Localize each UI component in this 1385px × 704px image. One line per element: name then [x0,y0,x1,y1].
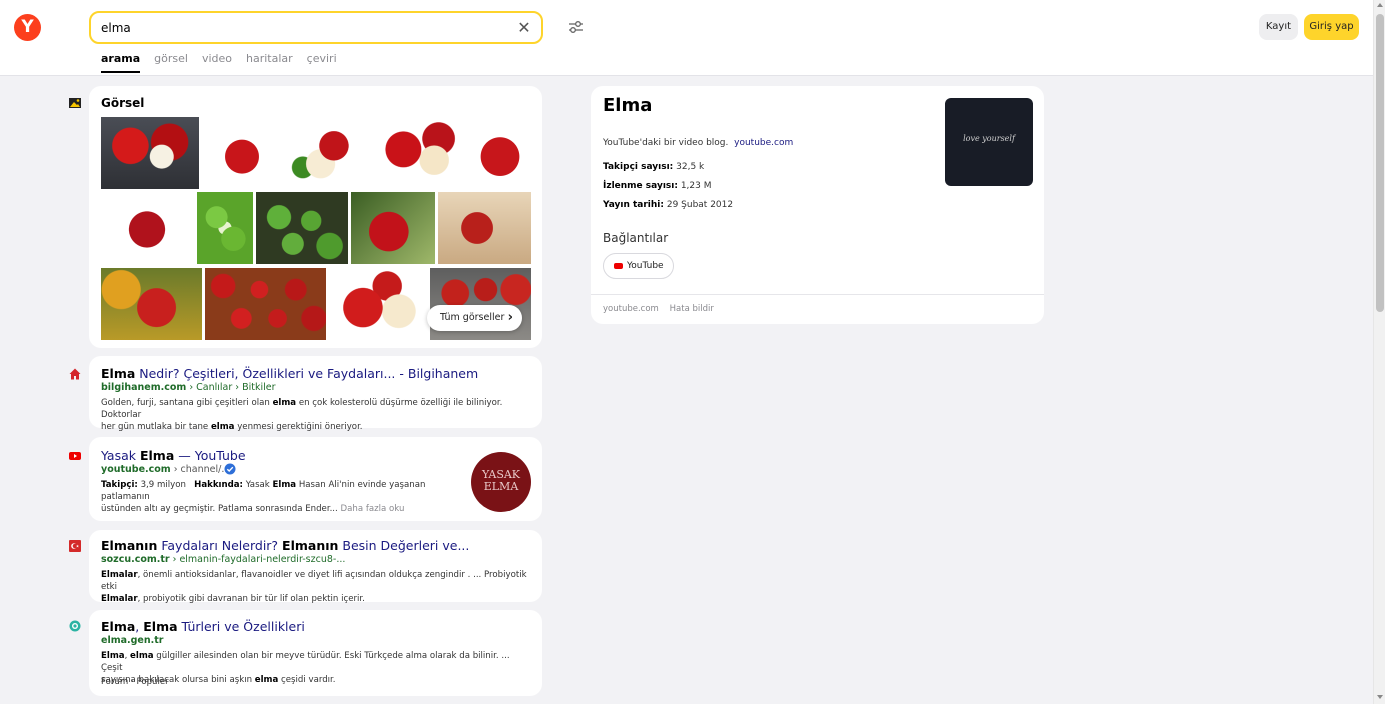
fact-followers: Takipçi sayısı: 32,5 k [603,162,705,172]
result-url[interactable]: bilgihanem.com › Canlılar › Bitkiler [101,382,276,393]
search-box[interactable]: ✕ [89,11,543,44]
knowledge-panel-footer: youtube.com Hata bildir [603,304,714,314]
chevron-right-icon: › [507,310,513,325]
result-title-link[interactable]: Yasak Elma — YouTube [101,448,246,463]
tab-arama[interactable]: arama [101,52,141,73]
result-url[interactable]: youtube.com › channel/... [101,464,230,475]
fact-views: İzlenme sayısı: 1,23 M [603,181,712,191]
knowledge-panel-description: YouTube'daki bir video blog. youtube.com [603,138,794,148]
apple-image[interactable] [197,192,253,264]
channel-avatar[interactable]: YASAK ELMA [471,452,531,512]
scroll-down-arrow-icon[interactable] [1377,695,1383,699]
filter-settings-icon[interactable] [567,18,585,36]
read-more-link[interactable]: Daha fazla oku [341,504,405,514]
tab-haritalar[interactable]: haritalar [246,52,293,73]
avatar-text-line2: ELMA [483,480,519,493]
tab-gorsel[interactable]: görsel [154,52,188,73]
clear-icon[interactable]: ✕ [515,19,533,37]
result-url[interactable]: elma.gen.tr [101,635,163,646]
apple-image[interactable] [438,192,531,264]
result-title-link[interactable]: Elma Nedir? Çeşitleri, Özellikleri ve Fa… [101,366,478,381]
youtube-icon [614,263,623,269]
result-snippet: Golden, furji, santana gibi çeşitleri ol… [101,398,503,432]
scrollbar-thumb[interactable] [1376,14,1384,312]
search-tabs: arama görsel video haritalar çeviri [101,52,337,73]
apple-image[interactable] [351,192,435,264]
register-button[interactable]: Kayıt [1259,14,1298,40]
apple-image[interactable] [256,192,348,264]
apple-image[interactable] [285,117,374,189]
footer-source-link[interactable]: youtube.com [603,304,659,314]
knowledge-panel-image[interactable]: love yourself [945,98,1033,186]
source-link[interactable]: youtube.com [734,138,793,148]
youtube-link-label: YouTube [627,261,664,271]
images-title[interactable]: Görsel [101,96,144,110]
image-gallery-icon [69,98,81,108]
page-scrollbar[interactable] [1373,0,1385,704]
apple-image[interactable] [205,268,326,340]
result-snippet: Elmalar, önemli antioksidanlar, flavanoi… [101,570,527,604]
youtube-favicon-icon [69,452,81,460]
apple-image[interactable] [377,117,465,189]
sitelink-populer[interactable]: Popüler [136,677,168,687]
login-button[interactable]: Giriş yap [1304,14,1359,40]
all-images-button[interactable]: Tüm görseller › [427,305,522,331]
sozcu-favicon-icon [69,540,81,552]
home-favicon-icon [69,368,81,380]
tab-video[interactable]: video [202,52,232,73]
apple-image[interactable] [101,192,193,264]
knowledge-panel-title: Elma [603,95,653,116]
apple-image[interactable] [101,117,199,189]
yandex-logo[interactable]: Y [14,14,41,41]
image-caption: love yourself [963,134,1015,143]
result-snippet: Takipçi: 3,9 milyon Hakkında: Yasak Elma… [101,480,426,514]
sitelink-separator: · [130,677,134,687]
apple-image[interactable] [329,268,426,340]
apple-image[interactable] [203,117,281,189]
fact-publish-date: Yayın tarihi: 29 Şubat 2012 [603,200,734,210]
apple-image[interactable] [469,117,531,189]
apple-image[interactable] [101,268,202,340]
result-title-link[interactable]: Elmanın Faydaları Nelerdir? Elmanın Besi… [101,538,469,553]
youtube-link-button[interactable]: YouTube [603,253,674,279]
tab-ceviri[interactable]: çeviri [307,52,337,73]
search-input[interactable] [101,19,501,37]
elma-gen-favicon-icon [69,620,81,632]
links-heading: Bağlantılar [603,231,669,245]
scroll-up-arrow-icon[interactable] [1377,3,1383,7]
verified-badge-icon [224,463,236,475]
divider [591,294,1044,295]
result-title-link[interactable]: Elma, Elma Türleri ve Özellikleri [101,619,305,634]
result-url[interactable]: sozcu.com.tr › elmanin-faydalari-nelerdi… [101,554,345,565]
all-images-label: Tüm görseller [440,312,505,323]
sitelink-forum[interactable]: Forum [101,677,128,687]
header: Y ✕ arama görsel video haritalar çeviri … [0,0,1373,76]
report-error-link[interactable]: Hata bildir [670,304,714,314]
result-sitelinks: Forum · Popüler [101,676,169,688]
